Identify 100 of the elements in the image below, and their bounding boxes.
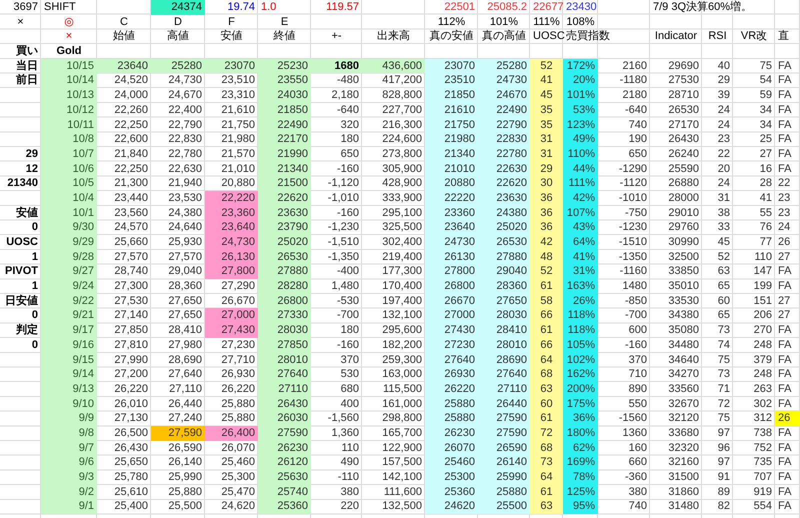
column-header: 高値 — [166, 29, 190, 44]
table-cell-text: 227,700 — [381, 102, 423, 118]
table-cell-text: 206 — [752, 308, 773, 324]
table-cell: 27330 — [258, 308, 311, 324]
table-cell-text: 21,750 — [220, 118, 256, 132]
table-cell-text: 27,850 — [113, 323, 149, 338]
table-cell-text: 27,650 — [167, 308, 203, 324]
table-cell-text: -1290 — [618, 162, 648, 176]
table-cell: 36 — [530, 220, 563, 235]
table-cell-text: 27,570 — [167, 250, 203, 264]
header-cell-text: 111% — [532, 14, 561, 30]
table-cell-text: 151 — [752, 294, 773, 308]
table-cell-text: 919 — [752, 484, 773, 500]
table-cell: 24,730 — [205, 235, 258, 250]
table-cell-text: 295,600 — [381, 323, 423, 338]
table-cell: 58 — [530, 294, 563, 308]
header-cell-text: 112% — [436, 14, 466, 30]
table-cell-text: -640 — [336, 102, 360, 118]
table-cell: 25880 — [478, 484, 530, 500]
table-cell-text: FA — [777, 367, 792, 382]
table-cell: 22,220 — [205, 190, 258, 206]
table-cell-text: 735 — [752, 455, 773, 470]
table-cell: 28410 — [478, 323, 530, 338]
table-cell-text: 28 — [758, 176, 773, 191]
table-cell-text: 54 — [758, 73, 773, 88]
table-cell: 26070 — [425, 440, 478, 456]
table-cell-text: FA — [777, 338, 792, 352]
table-cell: 27640 — [258, 367, 311, 382]
table-cell-text: 2,180 — [330, 88, 360, 103]
table-cell: 64 — [530, 352, 563, 368]
table-cell-text: 55 — [758, 206, 773, 220]
table-cell: 1680 — [311, 58, 362, 74]
row-label: 0 — [30, 220, 39, 235]
table-cell-text: 29760 — [667, 220, 700, 235]
table-cell: 27640 — [478, 367, 530, 382]
table-cell: 25880 — [425, 411, 478, 426]
table-cell-text: 73 — [716, 367, 731, 382]
table-cell-text: 22,250 — [113, 162, 149, 176]
table-cell: 53% — [563, 102, 598, 118]
header-cell-text: SHIFT — [43, 0, 77, 15]
table-cell-text: 370 — [340, 352, 360, 368]
table-cell-text: 600 — [628, 323, 648, 338]
table-cell-text: 38 — [716, 206, 731, 220]
table-cell-text: 161,000 — [381, 396, 423, 412]
table-cell: 25360 — [425, 484, 478, 500]
table-cell-text: 35010 — [667, 279, 700, 294]
table-cell: 436,600 — [362, 58, 425, 74]
table-cell-text: FA — [777, 484, 792, 500]
table-cell-text: 29010 — [667, 206, 700, 220]
table-cell-text: 216,300 — [381, 118, 423, 132]
date-cell: 9/17 — [41, 323, 97, 338]
table-cell: 172% — [563, 58, 598, 74]
table-cell-text: 23 — [777, 190, 792, 206]
table-cell-text: 32500 — [667, 250, 700, 264]
table-cell-text: 34270 — [667, 367, 700, 382]
table-cell-text: FA — [777, 440, 792, 456]
table-cell: 41 — [530, 73, 563, 88]
date-cell: 10/4 — [41, 190, 97, 206]
table-cell: 26530 — [258, 250, 311, 264]
header-cell-text: Gold — [55, 44, 83, 59]
table-cell: 66 — [530, 308, 563, 324]
column-header: +- — [330, 29, 343, 44]
table-cell: 30 — [530, 176, 563, 191]
table-cell-text: 26,220 — [220, 382, 256, 397]
table-cell-text: 27,140 — [113, 308, 149, 324]
table-cell-text: 320 — [340, 118, 360, 132]
table-cell: 26 — [775, 411, 800, 426]
table-cell-text: 39 — [716, 88, 731, 103]
table-cell: 44% — [563, 162, 598, 176]
table-cell-text: 27,990 — [113, 352, 149, 368]
table-cell-text: -850 — [624, 294, 648, 308]
table-cell: 180% — [563, 426, 598, 441]
table-cell-text: FA — [777, 162, 792, 176]
table-cell-text: 27 — [777, 308, 792, 324]
row-label: 21340 — [6, 176, 39, 191]
table-cell: 63 — [530, 499, 563, 514]
table-cell: 27590 — [478, 411, 530, 426]
table-cell: 28690 — [478, 352, 530, 368]
table-cell-text: 263 — [752, 382, 773, 397]
table-cell: 22830 — [478, 132, 530, 147]
table-cell-text: 24 — [716, 176, 731, 191]
table-cell-text: FA — [777, 382, 792, 397]
table-cell-text: 26,440 — [167, 396, 203, 412]
table-cell-text: 25,300 — [220, 470, 256, 485]
table-cell-text: 27,810 — [113, 338, 149, 352]
table-cell-text: 27530 — [667, 73, 700, 88]
table-cell-text: -1,120 — [326, 176, 360, 191]
table-cell-text: 34480 — [667, 338, 700, 352]
row-label: 判定 — [15, 323, 39, 338]
table-cell-text: 75 — [716, 411, 731, 426]
table-cell-text: 1,360 — [330, 426, 360, 441]
date-cell: 9/21 — [41, 308, 97, 324]
table-cell: 26670 — [425, 294, 478, 308]
table-cell-text: 75 — [758, 58, 773, 74]
table-cell: 24030 — [258, 88, 311, 103]
table-cell: 27,800 — [205, 264, 258, 280]
row-label: 日安値 — [4, 294, 39, 308]
table-cell-text: FA — [777, 264, 792, 280]
table-cell: 23070 — [425, 58, 478, 74]
table-cell-text: 26,670 — [220, 294, 256, 308]
